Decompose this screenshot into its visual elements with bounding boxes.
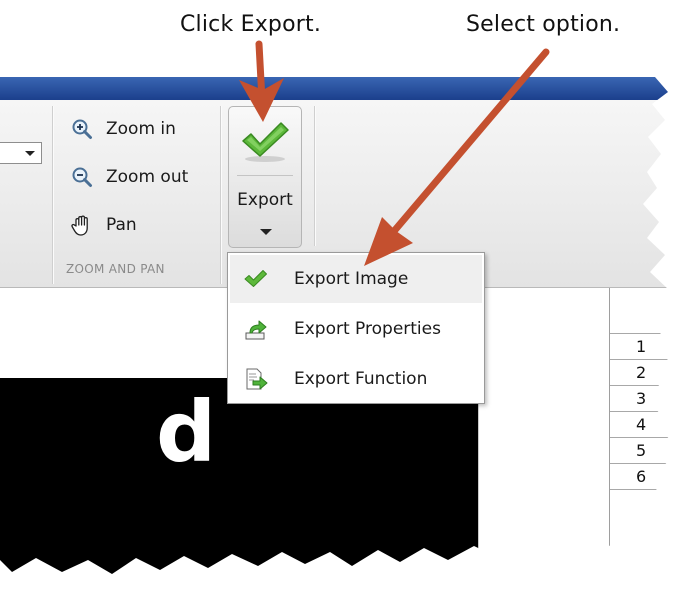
table-row[interactable]: 6 [610,464,672,490]
screenshot-stage: Click Export. Select option. Zoom in Zoo… [0,0,682,589]
pan-label: Pan [106,215,137,235]
callout-click-export: Click Export. [180,12,322,37]
export-button[interactable]: Export [228,106,302,248]
table-row[interactable]: 1 [610,334,672,360]
zoom-out-label: Zoom out [106,167,189,187]
table-row[interactable]: 3 [610,386,672,412]
chevron-down-icon [25,151,35,156]
hand-icon [70,213,94,237]
table-row[interactable]: 5 [610,438,672,464]
zoom-in-button[interactable]: Zoom in [70,114,176,144]
zoom-in-label: Zoom in [106,119,176,139]
export-button-divider [237,175,293,176]
image-content-glyph: d [156,383,217,481]
table-row [610,288,672,334]
zoom-in-icon [70,117,94,141]
pan-button[interactable]: Pan [70,210,137,240]
menu-item-export-function[interactable]: Export Function [230,355,482,403]
data-table: 1 2 3 4 5 6 [609,288,672,574]
menu-item-export-properties[interactable]: Export Properties [230,305,482,353]
view-dropdown[interactable] [0,142,42,164]
checkmark-icon [242,266,270,292]
chevron-down-icon [260,229,272,235]
zoom-out-button[interactable]: Zoom out [70,162,188,192]
menu-item-label: Export Image [294,269,409,289]
export-function-icon [242,366,270,392]
image-canvas [0,378,478,574]
checkmark-icon [242,122,289,162]
menu-item-label: Export Function [294,369,428,389]
export-properties-icon [242,316,270,342]
toolstrip-separator [220,106,221,284]
table-row[interactable]: 4 [610,412,672,438]
menu-item-label: Export Properties [294,319,441,339]
toolstrip-separator [314,106,315,246]
export-button-label: Export [237,190,293,210]
toolstrip-separator [52,106,53,284]
zoom-out-icon [70,165,94,189]
zoom-and-pan-group-label: ZOOM AND PAN [66,262,165,276]
app-window: Zoom in Zoom out Pan ZOOM AND PAN Export… [0,77,672,574]
title-bar [0,77,672,100]
table-row[interactable]: 2 [610,360,672,386]
export-menu: Export Image Export Properties Export Fu… [227,252,485,404]
callout-select-option: Select option. [466,12,621,37]
menu-item-export-image[interactable]: Export Image [230,255,482,303]
